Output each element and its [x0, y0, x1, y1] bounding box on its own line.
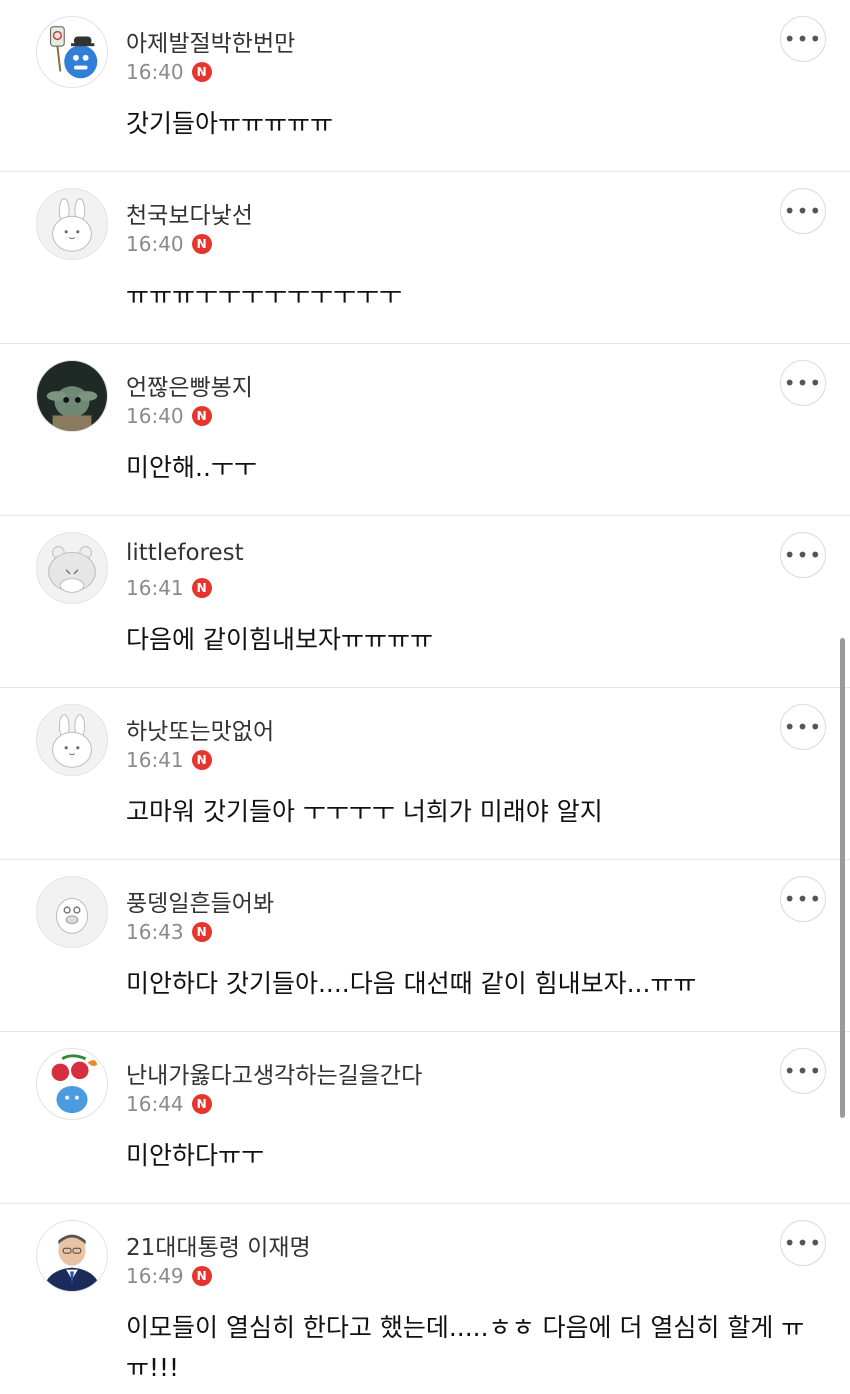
comment-nickname[interactable]: 21대대통령 이재명 [126, 1228, 311, 1262]
comment-nickname[interactable]: 난내가옳다고생각하는길을간다 [126, 1056, 422, 1090]
new-badge: N [191, 750, 212, 770]
comment-meta: 16:40 N [126, 60, 212, 84]
comment-meta: 16:49 N [126, 1264, 212, 1288]
more-options-button[interactable]: ••• [780, 16, 826, 62]
comment-text: ㅠㅠㅠㅜㅜㅜㅜㅜㅜㅜㅜㅜ [126, 281, 403, 310]
blue-character-avatar[interactable] [36, 16, 108, 88]
comment-text: 미안하다 갓기들아....다음 대선때 같이 힘내보자...ㅠㅠ [126, 969, 697, 998]
comment-time: 16:44 [126, 1092, 184, 1116]
new-badge: N [191, 406, 212, 426]
comment-text: 갓기들아ㅠㅠㅠㅠㅠ [126, 109, 334, 138]
comment-item: 풍뎅일흔들어봐 16:43 N 미안하다 갓기들아....다음 대선때 같이 힘… [0, 860, 850, 1032]
default-bear-avatar[interactable] [36, 532, 108, 604]
person-photo-avatar[interactable] [36, 1220, 108, 1292]
new-badge: N [191, 922, 212, 942]
comment-time: 16:49 [126, 1264, 184, 1288]
more-options-button[interactable]: ••• [780, 704, 826, 750]
more-options-button[interactable]: ••• [780, 876, 826, 922]
comment-meta: 16:41 N [126, 576, 212, 600]
comment-meta: 16:43 N [126, 920, 212, 944]
cherry-character-avatar[interactable] [36, 1048, 108, 1120]
comment-item: 언짢은빵봉지 16:40 N 미안해..ㅜㅜ ••• [0, 344, 850, 516]
more-options-button[interactable]: ••• [780, 360, 826, 406]
comment-time: 16:40 [126, 404, 184, 428]
comment-text: 고마워 갓기들아 ㅜㅜㅜㅜ 너희가 미래야 알지 [126, 797, 603, 826]
more-options-button[interactable]: ••• [780, 532, 826, 578]
comment-item: 아제발절박한번만 16:40 N 갓기들아ㅠㅠㅠㅠㅠ ••• [0, 0, 850, 172]
default-creature-avatar[interactable] [36, 876, 108, 948]
comment-time: 16:41 [126, 748, 184, 772]
comment-meta: 16:40 N [126, 404, 212, 428]
new-badge: N [191, 1094, 212, 1114]
comment-text: 다음에 같이힘내보자ㅠㅠㅠㅠ [126, 625, 433, 654]
comment-item: 천국보다낯선 16:40 N ㅠㅠㅠㅜㅜㅜㅜㅜㅜㅜㅜㅜ ••• [0, 172, 850, 344]
comment-item: 난내가옳다고생각하는길을간다 16:44 N 미안하다ㅠㅜ ••• [0, 1032, 850, 1204]
comment-time: 16:41 [126, 576, 184, 600]
comment-time: 16:40 [126, 232, 184, 256]
more-options-button[interactable]: ••• [780, 1220, 826, 1266]
new-badge: N [191, 234, 212, 254]
comment-text: 미안해..ㅜㅜ [126, 453, 257, 482]
comment-nickname[interactable]: 천국보다낯선 [126, 196, 253, 230]
comment-nickname[interactable]: 언짢은빵봉지 [126, 368, 253, 402]
new-badge: N [191, 1266, 212, 1286]
comment-time: 16:43 [126, 920, 184, 944]
scrollbar-thumb[interactable] [840, 638, 845, 1118]
comment-text: 이모들이 열심히 한다고 했는데.....ㅎㅎ 다음에 더 열심히 할게 ㅠㅠ!… [126, 1313, 805, 1382]
comment-nickname[interactable]: 아제발절박한번만 [126, 24, 295, 58]
new-badge: N [191, 578, 212, 598]
comment-nickname[interactable]: 하낫또는맛없어 [126, 712, 274, 746]
comment-meta: 16:41 N [126, 748, 212, 772]
comment-nickname[interactable]: 풍뎅일흔들어봐 [126, 884, 274, 918]
new-badge: N [191, 62, 212, 82]
comment-text: 미안하다ㅠㅜ [126, 1141, 265, 1170]
comment-item: 하낫또는맛없어 16:41 N 고마워 갓기들아 ㅜㅜㅜㅜ 너희가 미래야 알지… [0, 688, 850, 860]
more-options-button[interactable]: ••• [780, 188, 826, 234]
comment-item: 21대대통령 이재명 16:49 N 이모들이 열심히 한다고 했는데.....… [0, 1204, 850, 1394]
comment-meta: 16:44 N [126, 1092, 212, 1116]
comment-meta: 16:40 N [126, 232, 212, 256]
comment-time: 16:40 [126, 60, 184, 84]
photo-avatar[interactable] [36, 360, 108, 432]
comment-list: 아제발절박한번만 16:40 N 갓기들아ㅠㅠㅠㅠㅠ ••• 천국보다낯선 16… [0, 0, 850, 1394]
default-bunny-avatar[interactable] [36, 704, 108, 776]
default-bunny-avatar[interactable] [36, 188, 108, 260]
comment-item: littleforest 16:41 N 다음에 같이힘내보자ㅠㅠㅠㅠ ••• [0, 516, 850, 688]
more-options-button[interactable]: ••• [780, 1048, 826, 1094]
comment-nickname[interactable]: littleforest [126, 540, 244, 566]
